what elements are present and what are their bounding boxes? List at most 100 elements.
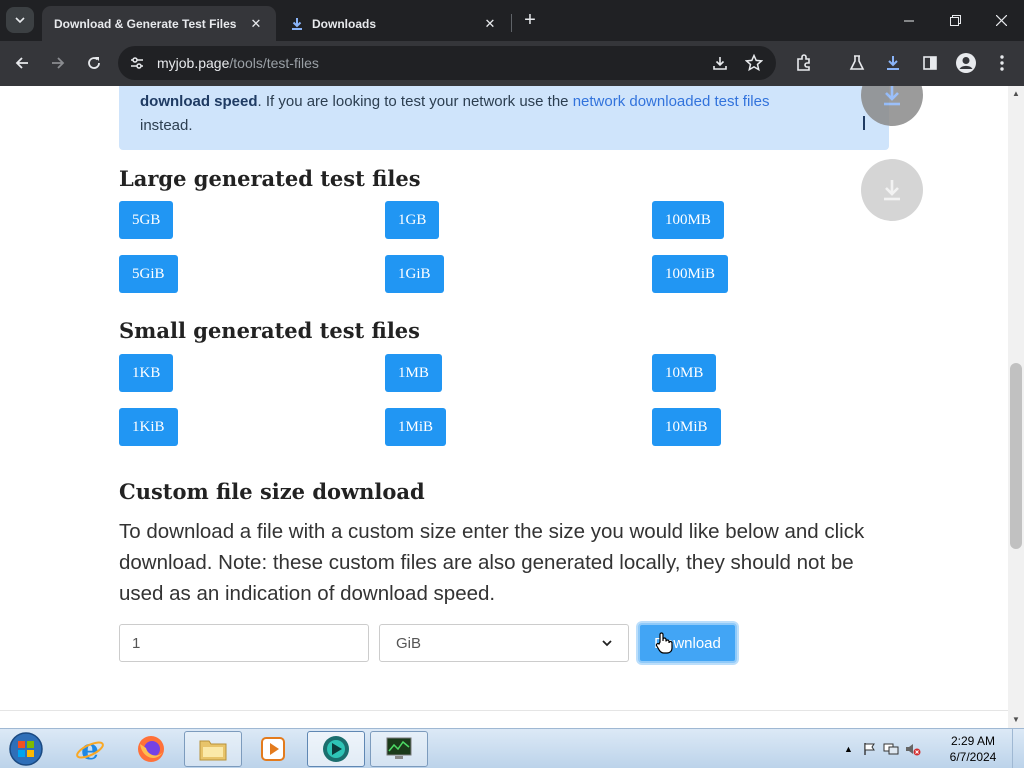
download-icon [884, 180, 900, 201]
custom-size-heading: Custom file size download [119, 479, 425, 504]
taskbar-clock[interactable]: 2:29 AM 6/7/2024 [938, 733, 1008, 765]
small-files-heading: Small generated test files [119, 318, 420, 343]
more-vert-icon [1000, 55, 1004, 71]
minimize-button[interactable] [886, 0, 932, 41]
address-bar[interactable]: myjob.page/tools/test-files [118, 46, 776, 80]
show-hidden-icons-arrow[interactable]: ▲ [844, 744, 853, 754]
notice-bold-text: download speed [140, 93, 258, 110]
close-window-button[interactable] [978, 0, 1024, 41]
scroll-down-arrow[interactable]: ▼ [1008, 712, 1024, 728]
url-text: myjob.page/tools/test-files [157, 55, 319, 71]
system-tray: ▲ [844, 729, 921, 768]
taskbar-firefox[interactable] [122, 731, 180, 767]
internet-explorer-icon: e [76, 734, 104, 764]
download-5gib-button[interactable]: 5GiB [119, 255, 178, 293]
profile-button[interactable] [952, 49, 980, 77]
notice-text: . If you are looking to test your networ… [257, 93, 573, 110]
reload-button[interactable] [80, 49, 108, 77]
download-5gb-button[interactable]: 5GB [119, 201, 174, 239]
start-button[interactable] [4, 730, 48, 768]
floating-download-button-faded[interactable] [861, 159, 923, 221]
clock-date: 6/7/2024 [949, 750, 997, 764]
taskbar-internet-explorer[interactable]: e [61, 731, 119, 767]
chevron-down-icon [602, 640, 612, 647]
clock-time: 2:29 AM [950, 734, 996, 748]
tab-title: Download & Generate Test Files [54, 16, 237, 31]
url-domain: myjob.page [157, 55, 230, 71]
action-center-flag-icon[interactable] [863, 742, 877, 756]
scroll-up-arrow[interactable]: ▲ [1008, 86, 1024, 102]
windows-start-orb-icon [9, 732, 43, 766]
side-panel-icon [923, 56, 937, 70]
download-icon [884, 86, 900, 106]
tab-search-button[interactable] [6, 7, 34, 33]
network-test-files-link[interactable]: network downloaded test files [573, 93, 770, 110]
download-1gb-button[interactable]: 1GB [385, 201, 440, 239]
url-path: /tools/test-files [229, 55, 319, 71]
show-desktop-button[interactable] [1012, 729, 1024, 768]
download-10mb-button[interactable]: 10MB [652, 354, 717, 392]
restore-icon [949, 15, 961, 26]
tab-downloads[interactable]: Downloads ✕ [278, 6, 510, 41]
side-panel-button[interactable] [916, 49, 944, 77]
network-icon[interactable] [883, 742, 899, 756]
puzzle-icon [797, 54, 810, 71]
back-arrow-icon [15, 57, 28, 69]
custom-size-input[interactable]: 1 [119, 624, 369, 662]
forward-arrow-icon [52, 57, 65, 69]
tab-test-files[interactable]: Download & Generate Test Files ✕ [42, 6, 276, 41]
hand-pointer-cursor-icon [655, 632, 673, 654]
taskbar-active-app[interactable] [307, 731, 365, 767]
large-files-heading: Large generated test files [119, 166, 421, 191]
svg-text:e: e [81, 734, 99, 764]
info-notice: download speed. If you are looking to te… [119, 86, 889, 150]
app-globe-icon [323, 736, 349, 762]
download-1mib-button[interactable]: 1MiB [385, 408, 447, 446]
download-100mib-button[interactable]: 100MiB [652, 255, 729, 293]
extensions-button[interactable] [790, 49, 818, 77]
site-settings-icon[interactable] [129, 55, 145, 71]
download-100mb-button[interactable]: 100MB [652, 201, 724, 239]
unit-selected-value: GiB [396, 634, 422, 652]
restore-button[interactable] [932, 0, 978, 41]
chevron-down-icon [15, 17, 25, 24]
scrollbar-thumb[interactable] [1010, 363, 1022, 549]
windows-taskbar: e ▲ 2:29 AM 6/7/2024 [0, 728, 1024, 768]
download-icon[interactable] [712, 55, 728, 71]
downloads-button[interactable] [879, 49, 907, 77]
close-icon [995, 15, 1007, 26]
custom-size-description: To download a file with a custom size en… [119, 520, 865, 605]
download-1gib-button[interactable]: 1GiB [385, 255, 444, 293]
download-1kb-button[interactable]: 1KB [119, 354, 174, 392]
back-button[interactable] [8, 49, 36, 77]
close-tab-icon[interactable]: ✕ [482, 16, 498, 32]
monitor-chart-icon [386, 737, 412, 759]
download-1kib-button[interactable]: 1KiB [119, 408, 178, 446]
reload-icon [88, 57, 100, 69]
new-tab-button[interactable]: + [519, 9, 541, 31]
minimize-icon [904, 20, 914, 21]
text-caret [863, 116, 865, 130]
unit-select[interactable]: GiB [379, 624, 629, 662]
forward-button[interactable] [44, 49, 72, 77]
download-1mb-button[interactable]: 1MB [385, 354, 442, 392]
volume-muted-icon[interactable] [905, 742, 921, 756]
taskbar-file-explorer[interactable] [184, 731, 242, 767]
page-divider [0, 710, 1008, 711]
taskbar-task-manager[interactable] [370, 731, 428, 767]
taskbar-media-player[interactable] [244, 731, 302, 767]
bookmark-star-icon[interactable] [745, 54, 763, 72]
flask-icon [849, 55, 865, 70]
profile-avatar-icon [956, 53, 976, 73]
page-content: download speed. If you are looking to te… [0, 86, 1008, 728]
tab-separator [511, 14, 512, 32]
close-tab-icon[interactable]: ✕ [248, 16, 264, 32]
browser-title-bar: Download & Generate Test Files ✕ Downloa… [0, 0, 1024, 41]
menu-button[interactable] [988, 49, 1016, 77]
download-favicon-icon [292, 17, 302, 30]
custom-download-button[interactable]: Download [638, 623, 737, 663]
download-10mib-button[interactable]: 10MiB [652, 408, 721, 446]
media-player-icon [261, 737, 285, 761]
labs-button[interactable] [843, 49, 871, 77]
download-progress-icon [887, 56, 899, 70]
